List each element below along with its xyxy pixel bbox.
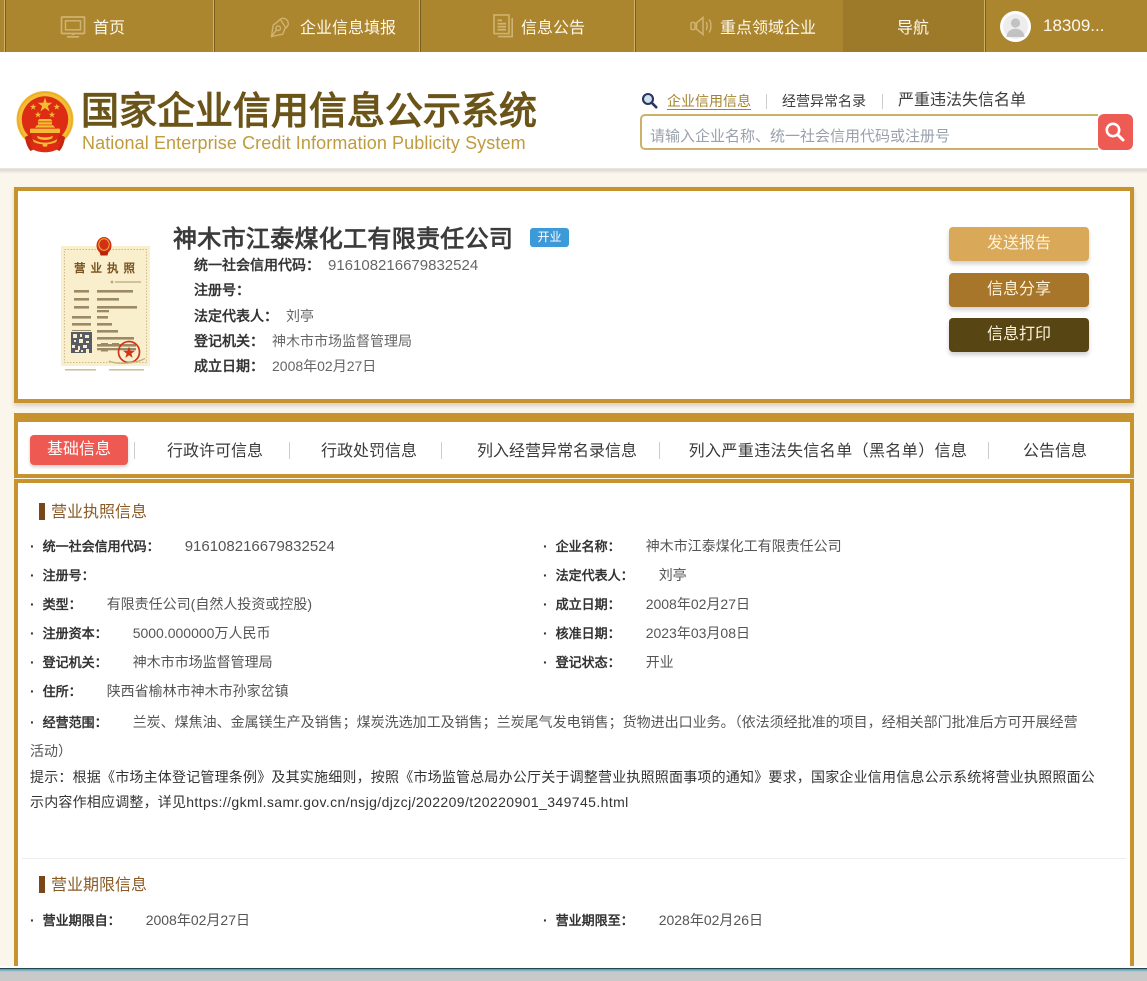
svg-text:营业执照: 营业执照 <box>74 261 140 275</box>
